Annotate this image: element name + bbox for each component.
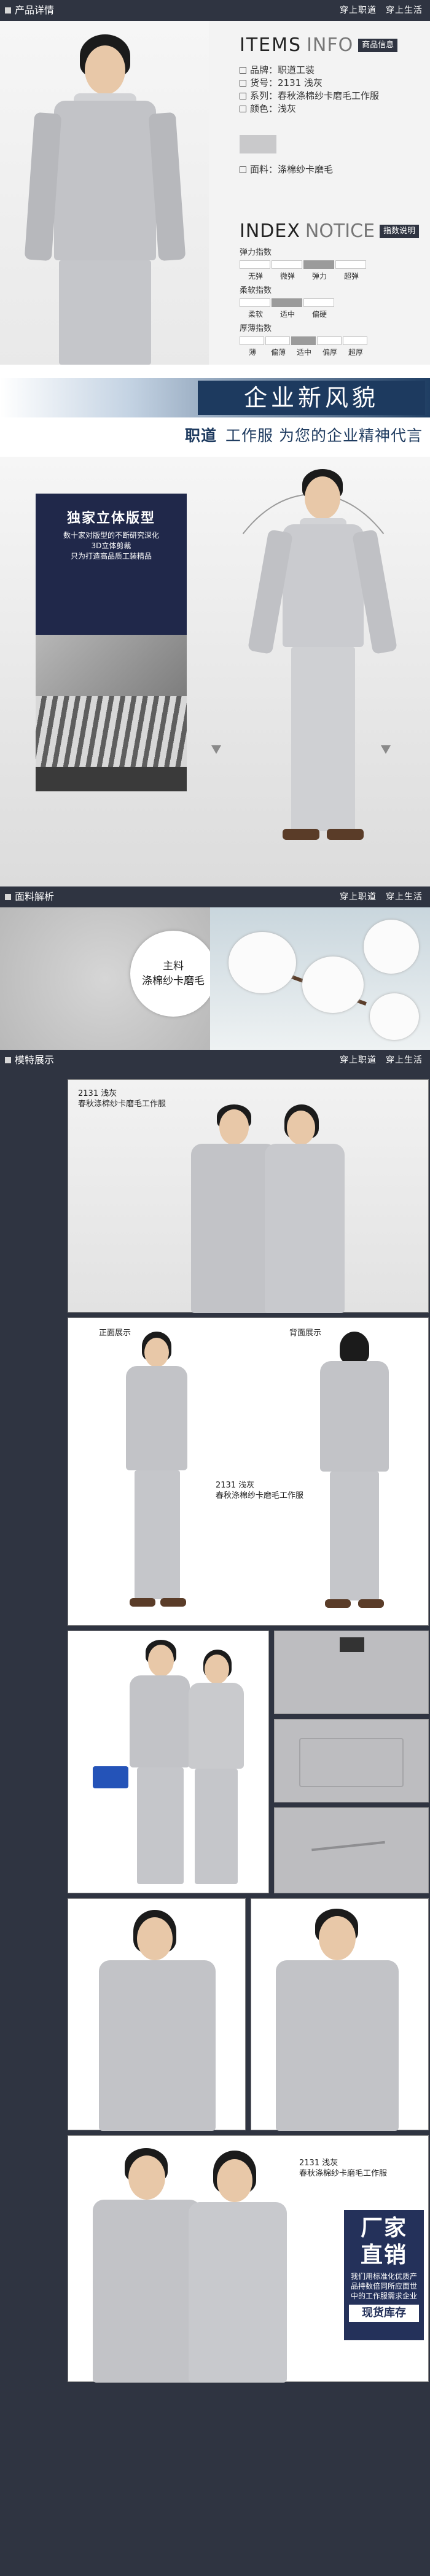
arrow-down-icon bbox=[381, 745, 391, 754]
index-tag: 指数说明 bbox=[380, 224, 420, 238]
cotton-photo bbox=[210, 907, 430, 1050]
info-row: 货号：2131 浅灰 bbox=[240, 77, 379, 90]
section-title: 面料解析 bbox=[15, 891, 55, 902]
product-details-section: ITEMS INFO 商品信息 品牌：职道工装 货号：2131 浅灰 系列：春秋… bbox=[0, 21, 430, 365]
pocket-closeup bbox=[274, 1719, 429, 1802]
checkbox-icon bbox=[240, 166, 246, 173]
product-caption: 2131 浅灰 春秋涤棉纱卡磨毛工作服 bbox=[78, 1089, 166, 1109]
fabric-section: 主料 涤棉纱卡磨毛 bbox=[0, 907, 430, 1050]
product-info-tag: 商品信息 bbox=[358, 38, 398, 52]
info-row: 品牌：职道工装 bbox=[240, 64, 379, 77]
in-stock-label: 现货库存 bbox=[349, 2305, 419, 2322]
checkbox-icon bbox=[240, 93, 246, 99]
side-pocket-closeup bbox=[274, 1807, 429, 1893]
info-panel: ITEMS INFO 商品信息 品牌：职道工装 货号：2131 浅灰 系列：春秋… bbox=[215, 21, 430, 365]
checkbox-icon bbox=[240, 106, 246, 112]
section-title: 产品详情 bbox=[15, 4, 55, 16]
banner-headline: 企业新风貌 bbox=[198, 381, 425, 415]
section-bar-models: 模特展示 穿上职道 穿上生活 bbox=[0, 1050, 430, 1071]
section-bar-fabric: 面料解析 穿上职道 穿上生活 bbox=[0, 886, 430, 907]
thread-photo bbox=[36, 696, 187, 767]
factory-direct-sale-badge: 厂家 直销 我们用标准化优质产品持数倍同所应面世中的工作服需求企业 现货库存 bbox=[344, 2210, 424, 2340]
checkbox-icon bbox=[240, 80, 246, 87]
sale-line2: 直销 bbox=[360, 2243, 407, 2268]
square-icon bbox=[5, 1057, 11, 1063]
info-title: INFO bbox=[307, 34, 354, 56]
index-title: INDEX bbox=[240, 220, 300, 242]
fabric-texture-photo: 主料 涤棉纱卡磨毛 bbox=[0, 907, 216, 1050]
elasticity-scale: 弹力指数 无弹 微弹 弹力 超弹 bbox=[240, 248, 367, 281]
banner-brand: 职道 bbox=[185, 427, 217, 444]
design-title: 独家立体版型 bbox=[66, 511, 155, 526]
fabric-label-circle: 主料 涤棉纱卡磨毛 bbox=[130, 931, 216, 1017]
gallery-panel-pair: 2131 浅灰 春秋涤棉纱卡磨毛工作服 bbox=[68, 1079, 429, 1313]
collar-closeup bbox=[274, 1631, 429, 1714]
square-icon bbox=[5, 894, 11, 900]
items-title: ITEMS bbox=[240, 34, 302, 56]
design-line: 数十家对版型的不断研究深化 bbox=[63, 531, 159, 540]
brand-slogan: 穿上职道 穿上生活 bbox=[340, 1055, 423, 1065]
sewing-photo bbox=[36, 635, 187, 696]
thickness-scale: 厚薄指数 薄 偏薄 适中 偏厚 超厚 bbox=[240, 324, 369, 357]
arrow-down-icon bbox=[211, 745, 221, 754]
banner-tagline-text: 工作服 为您的企业精神代言 bbox=[225, 427, 423, 444]
section-title: 模特展示 bbox=[15, 1054, 55, 1066]
color-swatch bbox=[240, 135, 276, 153]
checkbox-icon bbox=[240, 67, 246, 74]
info-row: 颜色：浅灰 bbox=[240, 103, 379, 115]
product-caption: 2131 浅灰 春秋涤棉纱卡磨毛工作服 bbox=[299, 2159, 388, 2178]
design-line: 3D立体剪裁 bbox=[91, 541, 131, 550]
front-view-label: 正面展示 bbox=[99, 1329, 131, 1338]
square-icon bbox=[5, 7, 11, 14]
product-info-list: 品牌：职道工装 货号：2131 浅灰 系列：春秋涤棉纱卡磨毛工作服 颜色：浅灰 bbox=[240, 64, 379, 115]
design-card: 独家立体版型 数十家对版型的不断研究深化 3D立体剪裁 只为打造高品质工装精品 bbox=[36, 494, 187, 647]
brand-slogan: 穿上职道 穿上生活 bbox=[340, 892, 423, 902]
info-row: 系列：春秋涤棉纱卡磨毛工作服 bbox=[240, 90, 379, 103]
brand-banner: 企业新风貌 职道 工作服 为您的企业精神代言 bbox=[0, 365, 430, 457]
brand-slogan: 穿上职道 穿上生活 bbox=[340, 6, 423, 15]
gallery-panel-man bbox=[251, 1898, 429, 2131]
design-section: 独家立体版型 数十家对版型的不断研究深化 3D立体剪裁 只为打造高品质工装精品 bbox=[0, 457, 430, 886]
gallery-panel-front-back: 正面展示 背面展示 2131 浅灰 春秋涤棉纱卡磨毛工作服 bbox=[68, 1317, 429, 1626]
machine-photo bbox=[36, 767, 187, 791]
gallery-panel-toolbox bbox=[68, 1631, 269, 1893]
notice-title: NOTICE bbox=[305, 220, 375, 242]
model-photo bbox=[0, 21, 209, 365]
toolbox-image bbox=[93, 1766, 128, 1788]
back-view-label: 背面展示 bbox=[289, 1329, 322, 1338]
items-info-header: ITEMS INFO 商品信息 bbox=[240, 34, 398, 56]
index-notice-header: INDEX NOTICE 指数说明 bbox=[240, 220, 420, 242]
gallery-panel-woman bbox=[68, 1898, 246, 2131]
sale-description: 我们用标准化优质产品持数倍同所应面世中的工作服需求企业 bbox=[350, 2272, 417, 2300]
design-line: 只为打造高品质工装精品 bbox=[70, 552, 152, 561]
model-gallery: 2131 浅灰 春秋涤棉纱卡磨毛工作服 正面展示 背面展示 2131 浅灰 春秋… bbox=[0, 1071, 430, 2576]
softness-scale: 柔软指数 柔软 适中 偏硬 bbox=[240, 286, 335, 319]
sale-line1: 厂家 bbox=[360, 2216, 407, 2241]
section-bar-details: 产品详情 穿上职道 穿上生活 bbox=[0, 0, 430, 21]
banner-tagline: 职道 工作服 为您的企业精神代言 bbox=[185, 424, 423, 446]
fabric-row: 面料：涤棉纱卡磨毛 bbox=[240, 163, 333, 176]
product-caption: 2131 浅灰 春秋涤棉纱卡磨毛工作服 bbox=[216, 1481, 304, 1500]
